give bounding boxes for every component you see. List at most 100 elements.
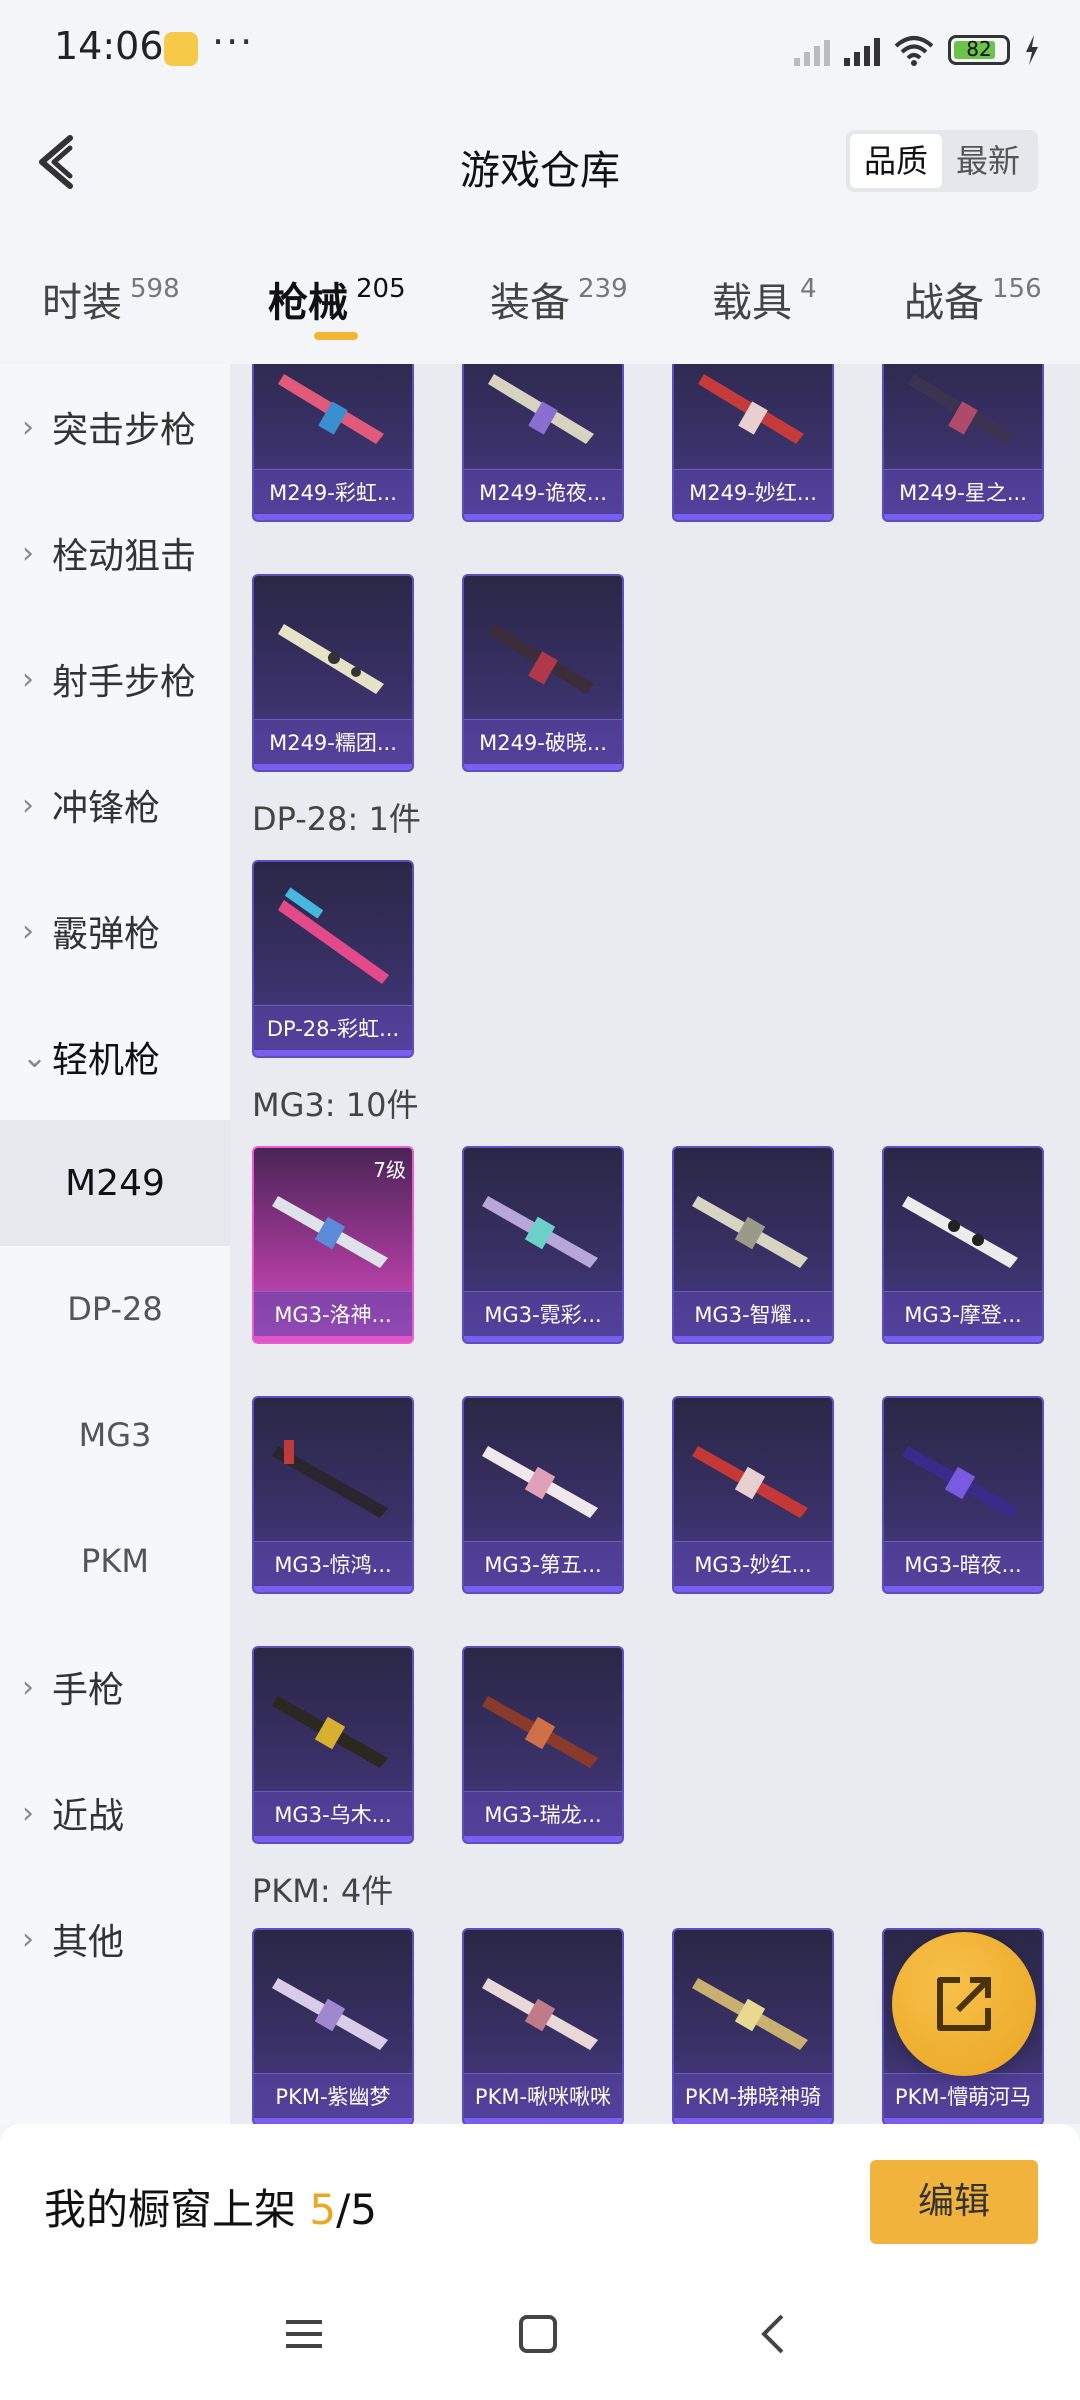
signal-hd-icon [844,34,880,66]
tab-gear[interactable]: 战备 156 [904,270,1042,328]
showcase-status: 我的橱窗上架 5/5 [44,2176,377,2237]
sidebar-item-pistol[interactable]: › 手枪 [0,1624,230,1750]
sort-newest-button[interactable]: 最新 [942,134,1034,188]
skin-card[interactable]: MG3-第五... [462,1396,624,1594]
chevron-right-icon: › [22,1921,34,1957]
tab-equipment[interactable]: 装备 239 [490,270,628,328]
sidebar-item-label: 轻机枪 [52,1040,161,1081]
skin-card[interactable]: 7级 MG3-洛神... [252,1146,414,1344]
chevron-right-icon: › [22,661,34,697]
sidebar-item-marksman-rifle[interactable]: › 射手步枪 [0,616,230,742]
sidebar-item-melee[interactable]: › 近战 [0,1750,230,1876]
sort-quality-button[interactable]: 品质 [849,134,942,188]
skin-name: MG3-暗夜... [884,1541,1042,1592]
tab-count: 156 [992,274,1042,304]
status-bar: 14:06 ··· 82 [0,0,1080,100]
skin-name: PKM-拂晓神骑 [674,2073,832,2124]
sidebar-item-other[interactable]: › 其他 [0,1876,230,2002]
skin-name: MG3-妙红... [674,1541,832,1592]
header: 游戏仓库 品质 最新 [0,100,1080,230]
skin-card[interactable]: MG3-妙红... [672,1396,834,1594]
skin-card[interactable]: MG3-暗夜... [882,1396,1044,1594]
skin-card[interactable]: MG3-摩登... [882,1146,1044,1344]
rifle-icon [692,1196,808,1268]
sidebar-item-label: 栓动狙击 [52,536,197,577]
tab-fashion[interactable]: 时装 598 [42,270,180,328]
rifle-icon [278,374,384,444]
section-title-pkm: PKM: 4件 [252,1872,394,1910]
edit-button[interactable]: 编辑 [870,2160,1038,2244]
chevron-right-icon: › [22,913,34,949]
skin-name: PKM-紫幽梦 [254,2073,412,2124]
showcase-total: /5 [336,2185,377,2234]
rifle-icon [482,1978,598,2050]
showcase-label: 我的橱窗上架 [44,2185,310,2234]
skin-card[interactable]: MG3-瑞龙... [462,1646,624,1844]
app-notification-icon [164,32,198,66]
sidebar-sub-pkm[interactable]: PKM [0,1498,230,1624]
skin-name: M249-彩虹... [254,469,412,520]
tab-count: 598 [130,274,180,304]
sidebar-sub-m249[interactable]: M249 [0,1120,230,1246]
skin-name: PKM-懵萌河马 [884,2073,1042,2124]
sidebar-item-label: 霰弹枪 [52,914,161,955]
battery-level: 82 [966,37,992,61]
skin-card[interactable]: M249-诡夜... [462,364,624,522]
tab-vehicles[interactable]: 载具 4 [712,270,817,328]
skin-card[interactable]: DP-28-彩虹... [252,860,414,1058]
chevron-right-icon: › [22,787,34,823]
rifle-icon [902,1196,1018,1268]
menu-icon[interactable] [284,2314,324,2354]
rifle-icon [698,374,804,444]
chevron-right-icon: › [22,535,34,571]
tab-guns[interactable]: 枪械 205 [268,270,406,328]
weapon-category-sidebar: › 突击步枪 › 栓动狙击 › 射手步枪 › 冲锋枪 › 霰弹枪 ⌄ 轻机枪 M249 DP… [0,364,230,2124]
skin-card[interactable]: MG3-智耀... [672,1146,834,1344]
chevron-down-icon: ⌄ [22,1039,48,1075]
skin-card[interactable]: M249-星之... [882,364,1044,522]
sidebar-item-assault-rifle[interactable]: › 突击步枪 [0,364,230,490]
battery-icon: 82 [948,35,1010,65]
skin-name: DP-28-彩虹... [254,1005,412,1056]
tab-count: 4 [800,274,817,304]
signal-icon [794,34,830,66]
section-title-mg3: MG3: 10件 [252,1086,419,1124]
rifle-icon [272,1196,388,1268]
skin-card[interactable]: PKM-紫幽梦 [252,1928,414,2124]
sidebar-sub-mg3[interactable]: MG3 [0,1372,230,1498]
skin-name: MG3-智耀... [674,1291,832,1342]
chevron-right-icon: › [22,1669,34,1705]
skin-name: M249-妙红... [674,469,832,520]
sidebar-item-lmg[interactable]: ⌄ 轻机枪 [0,994,230,1120]
skin-card[interactable]: MG3-乌木... [252,1646,414,1844]
skin-card[interactable]: M249-彩虹... [252,364,414,522]
skin-card[interactable]: M249-破晓... [462,574,624,772]
share-button[interactable] [892,1932,1036,2076]
back-nav-icon[interactable] [754,2314,794,2354]
skin-name: M249-诡夜... [464,469,622,520]
tab-label: 时装 [42,280,122,326]
tab-label: 装备 [490,280,570,326]
skin-name: MG3-乌木... [254,1791,412,1842]
rifle-icon [272,1440,388,1518]
skin-card[interactable]: PKM-啾咪啾咪 [462,1928,624,2124]
sidebar-sub-dp28[interactable]: DP-28 [0,1246,230,1372]
skin-card[interactable]: MG3-惊鸿... [252,1396,414,1594]
sidebar-item-shotgun[interactable]: › 霰弹枪 [0,868,230,994]
skin-card[interactable]: M249-糯团... [252,574,414,772]
skin-name: MG3-洛神... [254,1291,412,1342]
sidebar-item-label: 冲锋枪 [52,788,161,829]
rifle-icon [908,374,1014,444]
category-tabs: 时装 598 枪械 205 装备 239 载具 4 战备 156 [0,230,1080,364]
chevron-right-icon: › [22,409,34,445]
rifle-icon [692,1446,808,1518]
sort-toggle: 品质 最新 [845,130,1038,192]
skin-card[interactable]: MG3-霓彩... [462,1146,624,1344]
skin-card[interactable]: M249-妙红... [672,364,834,522]
sidebar-item-label: 手枪 [52,1670,125,1711]
share-icon [937,1977,991,2031]
sidebar-item-smg[interactable]: › 冲锋枪 [0,742,230,868]
sidebar-item-bolt-sniper[interactable]: › 栓动狙击 [0,490,230,616]
home-icon[interactable] [518,2314,558,2354]
skin-card[interactable]: PKM-拂晓神骑 [672,1928,834,2124]
